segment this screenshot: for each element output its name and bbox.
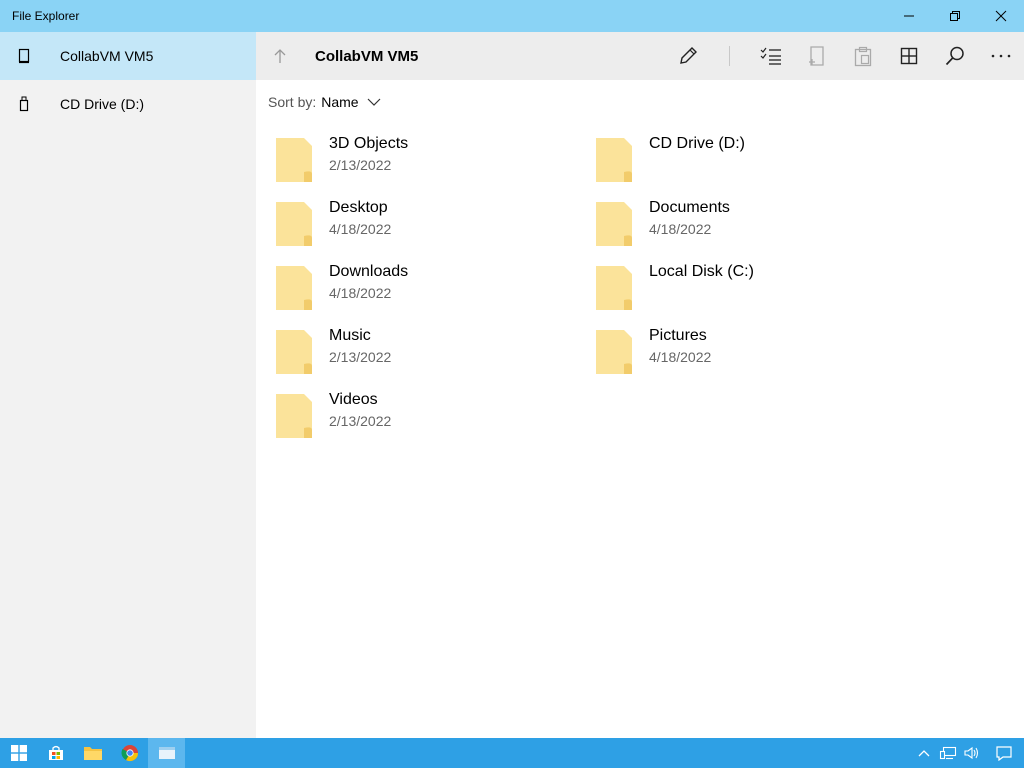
paste-icon — [854, 46, 872, 67]
item-name: Documents — [649, 199, 730, 216]
folder-icon — [276, 330, 312, 374]
item-date: 2/13/2022 — [329, 349, 392, 365]
rename-icon — [680, 47, 697, 64]
item-name: Music — [329, 327, 371, 344]
pc-icon — [0, 48, 48, 64]
sidebar-item-collabvm-vm5[interactable]: CollabVM VM5 — [0, 32, 256, 80]
list-item[interactable]: Downloads 4/18/2022 — [268, 256, 588, 320]
list-item[interactable]: Pictures 4/18/2022 — [588, 320, 908, 384]
item-name: Downloads — [329, 263, 409, 280]
list-item[interactable]: Local Disk (C:) — [588, 256, 908, 320]
command-bar: CollabVM VM5 — [256, 32, 1024, 80]
minimize-icon — [904, 15, 914, 17]
file-grid: 3D Objects 2/13/2022 CD Drive (D:) Deskto… — [268, 128, 1008, 448]
taskbar-chrome[interactable] — [111, 738, 148, 768]
minimize-button[interactable] — [886, 0, 932, 32]
sidebar-item-label: CollabVM VM5 — [60, 48, 154, 64]
folder-icon — [596, 330, 632, 374]
new-folder-icon — [809, 46, 824, 66]
taskbar-store[interactable] — [37, 738, 74, 768]
windows-logo-icon — [10, 745, 27, 761]
select-icon — [760, 47, 781, 65]
list-item[interactable]: 3D Objects 2/13/2022 — [268, 128, 588, 192]
item-date: 4/18/2022 — [649, 221, 712, 237]
item-date: 4/18/2022 — [329, 285, 392, 301]
sidebar: CollabVM VM5 CD Drive (D:) — [0, 32, 256, 738]
action-center-button[interactable] — [984, 738, 1024, 768]
sidebar-item-cd-drive[interactable]: CD Drive (D:) — [0, 80, 256, 128]
item-date: 4/18/2022 — [329, 221, 392, 237]
new-folder-button[interactable] — [794, 32, 840, 80]
item-date: 2/13/2022 — [329, 157, 392, 173]
network-icon — [939, 746, 957, 760]
up-button[interactable] — [256, 32, 304, 80]
folder-icon — [596, 266, 632, 310]
folder-icon — [276, 394, 312, 438]
network-button[interactable] — [936, 738, 960, 768]
folder-icon — [276, 138, 312, 182]
view-button[interactable] — [886, 32, 932, 80]
show-hidden-icons-button[interactable] — [912, 738, 936, 768]
files-app-icon — [158, 747, 175, 759]
list-item[interactable]: Music 2/13/2022 — [268, 320, 588, 384]
item-name: Pictures — [649, 327, 707, 344]
item-name: Videos — [329, 391, 378, 408]
window-title: File Explorer — [12, 9, 80, 23]
folder-icon — [596, 202, 632, 246]
close-button[interactable] — [978, 0, 1024, 32]
item-date: 2/13/2022 — [329, 413, 392, 429]
list-item[interactable]: Documents 4/18/2022 — [588, 192, 908, 256]
item-name: CD Drive (D:) — [649, 135, 745, 152]
restore-icon — [950, 11, 960, 21]
sort-control[interactable]: Sort by: Name — [256, 80, 1024, 124]
folder-icon — [276, 266, 312, 310]
usb-drive-icon — [0, 96, 48, 112]
folder-icon — [276, 202, 312, 246]
volume-button[interactable] — [960, 738, 984, 768]
item-name: Local Disk (C:) — [649, 263, 754, 280]
search-button[interactable] — [932, 32, 978, 80]
close-icon — [995, 10, 1007, 22]
folder-icon — [596, 138, 632, 182]
view-icon — [900, 47, 918, 65]
list-item[interactable]: Desktop 4/18/2022 — [268, 192, 588, 256]
list-item[interactable]: Videos 2/13/2022 — [268, 384, 588, 448]
taskbar-files-app[interactable] — [148, 738, 185, 768]
main-pane: CollabVM VM5 Sort by: Name 3D Objects 2/… — [256, 32, 1024, 738]
sort-label: Sort by: — [268, 94, 317, 110]
search-icon — [945, 46, 964, 66]
rename-button[interactable] — [665, 32, 711, 80]
chevron-up-icon — [918, 750, 930, 757]
toolbar-divider — [729, 46, 730, 66]
title-bar: File Explorer — [0, 0, 1024, 32]
volume-icon — [964, 746, 979, 760]
more-options-button[interactable] — [978, 32, 1024, 80]
sort-value: Name — [321, 94, 359, 110]
paste-button[interactable] — [840, 32, 886, 80]
up-arrow-icon — [274, 49, 286, 63]
start-button[interactable] — [0, 738, 37, 768]
more-icon — [991, 54, 1011, 58]
taskbar-file-explorer[interactable] — [74, 738, 111, 768]
item-name: 3D Objects — [329, 135, 409, 152]
chrome-icon — [121, 745, 138, 762]
sidebar-item-label: CD Drive (D:) — [60, 96, 144, 112]
item-name: Desktop — [329, 199, 388, 216]
folder-icon — [83, 747, 102, 760]
list-item[interactable]: CD Drive (D:) — [588, 128, 908, 192]
store-icon — [48, 745, 63, 760]
restore-button[interactable] — [932, 0, 978, 32]
item-date: 4/18/2022 — [649, 349, 712, 365]
chevron-down-icon — [367, 98, 381, 106]
taskbar — [0, 738, 1024, 768]
location-title: CollabVM VM5 — [315, 47, 419, 65]
select-button[interactable] — [748, 32, 794, 80]
notification-icon — [996, 746, 1012, 761]
